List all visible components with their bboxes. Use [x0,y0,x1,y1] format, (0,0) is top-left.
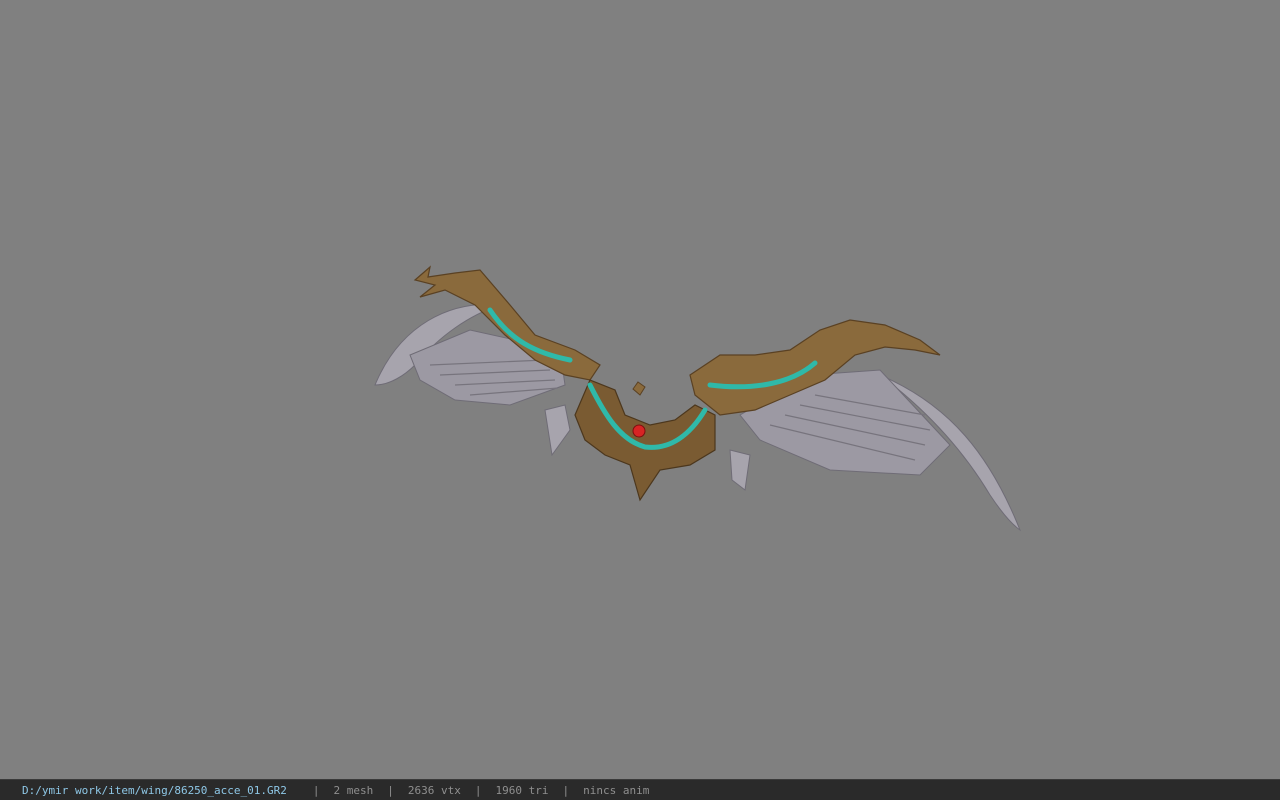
lower-left-blade [544,404,571,457]
center-gem [632,424,646,438]
triangle-count: 1960 tri [495,783,549,797]
separator: | [387,783,394,797]
mesh-count: 2 mesh [333,783,374,797]
top-ornament [632,381,646,396]
separator: | [474,783,482,797]
vertex-count: 2636 vtx [407,783,461,797]
status-bar: D:/ymir work/item/wing/86250_acce_01.GR2… [0,779,1280,800]
3d-viewport[interactable] [0,0,1280,779]
separator: | [312,783,320,797]
file-path: D:/ymir work/item/wing/86250_acce_01.GR2 [22,783,287,797]
winged-accessory-model [374,265,1022,532]
animation-status: nincs anim [583,783,650,797]
separator: | [562,783,570,797]
lower-right-blade [729,449,751,491]
